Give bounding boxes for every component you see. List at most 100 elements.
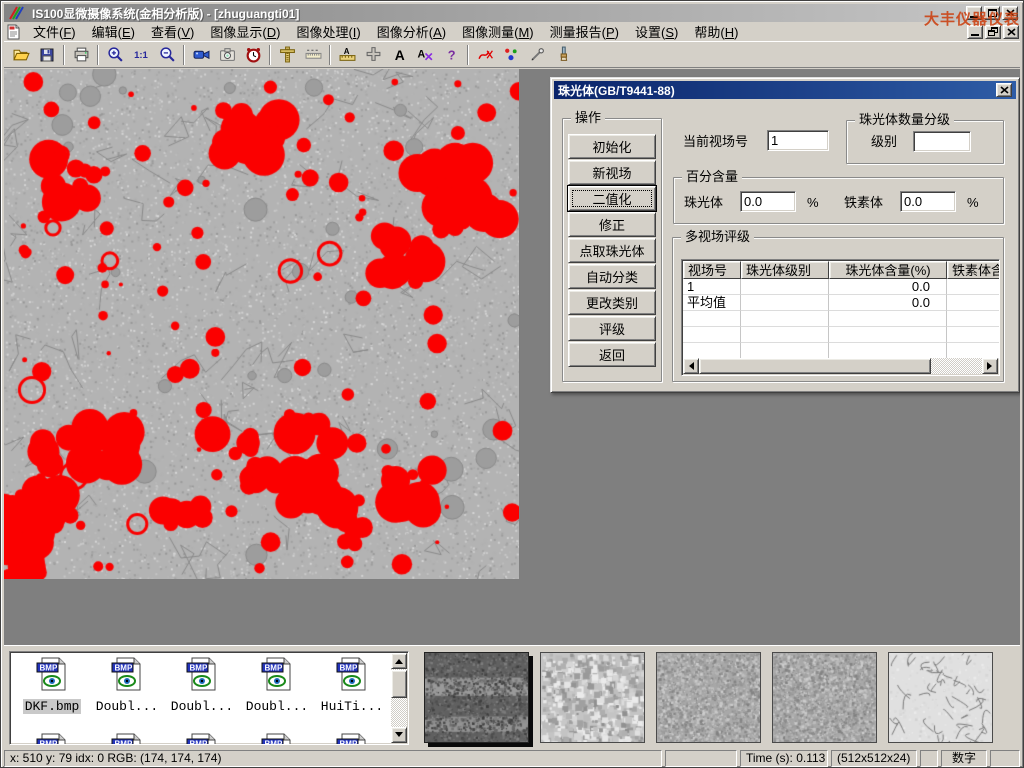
init-button[interactable]: 初始化 [568, 134, 656, 159]
scroll-right-button[interactable] [982, 358, 998, 374]
sample-thumbnail-4[interactable] [772, 652, 877, 743]
menu-view[interactable]: 查看(V) [143, 21, 202, 42]
correct-button[interactable]: 修正 [568, 212, 656, 237]
scroll-down-button[interactable] [391, 727, 407, 743]
minimize-icon [970, 16, 978, 18]
text-annotation-icon[interactable]: A [386, 43, 412, 66]
menu-edit[interactable]: 编辑(E) [84, 21, 143, 42]
pick-pearlite-button[interactable]: 点取珠光体 [568, 238, 656, 263]
video-camera-icon[interactable] [188, 43, 214, 66]
file-list-scrollbar[interactable] [391, 653, 407, 743]
timer-icon[interactable] [240, 43, 266, 66]
binarize-button[interactable]: 二值化 [568, 186, 656, 211]
pearlite-percent-input[interactable] [740, 191, 796, 212]
percent-group: 百分含量 珠光体 % 铁素体 % [673, 177, 1004, 224]
print-icon[interactable] [68, 43, 94, 66]
scrollbar-thumb[interactable] [391, 670, 407, 698]
file-item-partial[interactable]: BMP [16, 732, 88, 745]
col-ferrite-content[interactable]: 铁素体含量(%) [947, 261, 1000, 279]
caliper-icon[interactable] [274, 43, 300, 66]
scrollbar-thumb[interactable] [699, 358, 931, 374]
zoom-out-icon[interactable] [154, 43, 180, 66]
pearlite-dialog: 珠光体(GB/T9441-88) 操作 初始化 新视场 二值化 修正 点取珠光体… [550, 77, 1020, 393]
file-name[interactable]: DKF.bmp [23, 699, 82, 714]
document-icon[interactable] [6, 24, 21, 40]
count-points-icon[interactable] [498, 43, 524, 66]
ferrite-percent-input[interactable] [900, 191, 956, 212]
menu-settings[interactable]: 设置(S) [627, 21, 686, 42]
file-item-partial[interactable]: BMP [316, 732, 388, 745]
level-input[interactable] [913, 131, 971, 152]
return-button[interactable]: 返回 [568, 342, 656, 367]
file-item[interactable]: BMP HuiTi... [316, 656, 388, 715]
move-cross-icon[interactable] [360, 43, 386, 66]
table-row[interactable]: 平均值 0.0 [683, 295, 1000, 311]
child-restore-button[interactable] [985, 25, 1001, 39]
change-class-button[interactable]: 更改类别 [568, 290, 656, 315]
maximize-button[interactable] [984, 6, 1000, 20]
close-button[interactable] [1002, 6, 1018, 20]
col-pearlite-level[interactable]: 珠光体级别 [741, 261, 829, 279]
grade-button[interactable]: 评级 [568, 316, 656, 341]
col-field-no[interactable]: 视场号 [683, 261, 741, 279]
child-close-icon [1007, 28, 1016, 36]
file-item-partial[interactable]: BMP [241, 732, 313, 745]
measure-label-icon[interactable]: A [334, 43, 360, 66]
minimize-button[interactable] [966, 6, 982, 20]
scroll-up-icon [395, 655, 403, 664]
camera-capture-icon[interactable] [214, 43, 240, 66]
mode-status: 数字 [941, 750, 987, 767]
table-row[interactable]: 1 0.0 [683, 279, 1000, 295]
file-item-partial[interactable]: BMP [91, 732, 163, 745]
help-icon[interactable]: ? [438, 43, 464, 66]
file-item[interactable]: BMP DKF.bmp [16, 656, 88, 715]
file-name[interactable]: Doubl... [244, 699, 310, 714]
ruler-icon[interactable] [300, 43, 326, 66]
table-row[interactable] [683, 311, 1000, 327]
scroll-up-button[interactable] [391, 653, 407, 669]
zoom-in-icon[interactable] [102, 43, 128, 66]
file-item[interactable]: BMP Doubl... [91, 656, 163, 715]
file-name[interactable]: HuiTi... [319, 699, 385, 714]
paint-brush-icon[interactable] [550, 43, 576, 66]
sample-thumbnail-2[interactable] [540, 652, 645, 743]
menu-image-analysis[interactable]: 图像分析(A) [369, 21, 454, 42]
col-pearlite-content[interactable]: 珠光体含量(%) [829, 261, 947, 279]
auto-classify-button[interactable]: 自动分类 [568, 264, 656, 289]
curve-tool-icon[interactable] [472, 43, 498, 66]
cell [829, 343, 947, 359]
menu-image-processing[interactable]: 图像处理(I) [288, 21, 368, 42]
table-row[interactable] [683, 343, 1000, 359]
bmp-file-icon: BMP [185, 732, 219, 745]
menu-image-measure[interactable]: 图像测量(M) [454, 21, 542, 42]
menu-measure-report[interactable]: 测量报告(P) [542, 21, 627, 42]
menu-help[interactable]: 帮助(H) [686, 21, 746, 42]
file-name[interactable]: Doubl... [169, 699, 235, 714]
menu-file[interactable]: 文件(F) [25, 21, 84, 42]
delete-annotation-icon[interactable]: A [412, 43, 438, 66]
cell [947, 295, 1000, 311]
file-name[interactable]: Doubl... [94, 699, 160, 714]
sample-thumbnail-5[interactable] [888, 652, 993, 743]
pearlite-label: 珠光体 [684, 193, 723, 213]
micrograph-image[interactable] [4, 69, 519, 579]
table-horizontal-scrollbar[interactable] [683, 358, 998, 374]
child-minimize-button[interactable] [967, 25, 983, 39]
child-close-button[interactable] [1003, 25, 1019, 39]
current-field-input[interactable] [767, 130, 829, 151]
menu-image-display[interactable]: 图像显示(D) [202, 21, 288, 42]
scroll-left-button[interactable] [683, 358, 699, 374]
sample-thumbnail-1[interactable] [424, 652, 529, 743]
file-item[interactable]: BMP Doubl... [241, 656, 313, 715]
sample-thumbnail-3[interactable] [656, 652, 761, 743]
dialog-title-bar[interactable]: 珠光体(GB/T9441-88) [554, 81, 1016, 99]
open-file-icon[interactable] [8, 43, 34, 66]
file-item[interactable]: BMP Doubl... [166, 656, 238, 715]
actual-size-icon[interactable]: 1:1 [128, 43, 154, 66]
pointer-pin-icon[interactable] [524, 43, 550, 66]
file-item-partial[interactable]: BMP [166, 732, 238, 745]
new-field-button[interactable]: 新视场 [568, 160, 656, 185]
dialog-close-button[interactable] [996, 83, 1012, 97]
table-row[interactable] [683, 327, 1000, 343]
save-icon[interactable] [34, 43, 60, 66]
